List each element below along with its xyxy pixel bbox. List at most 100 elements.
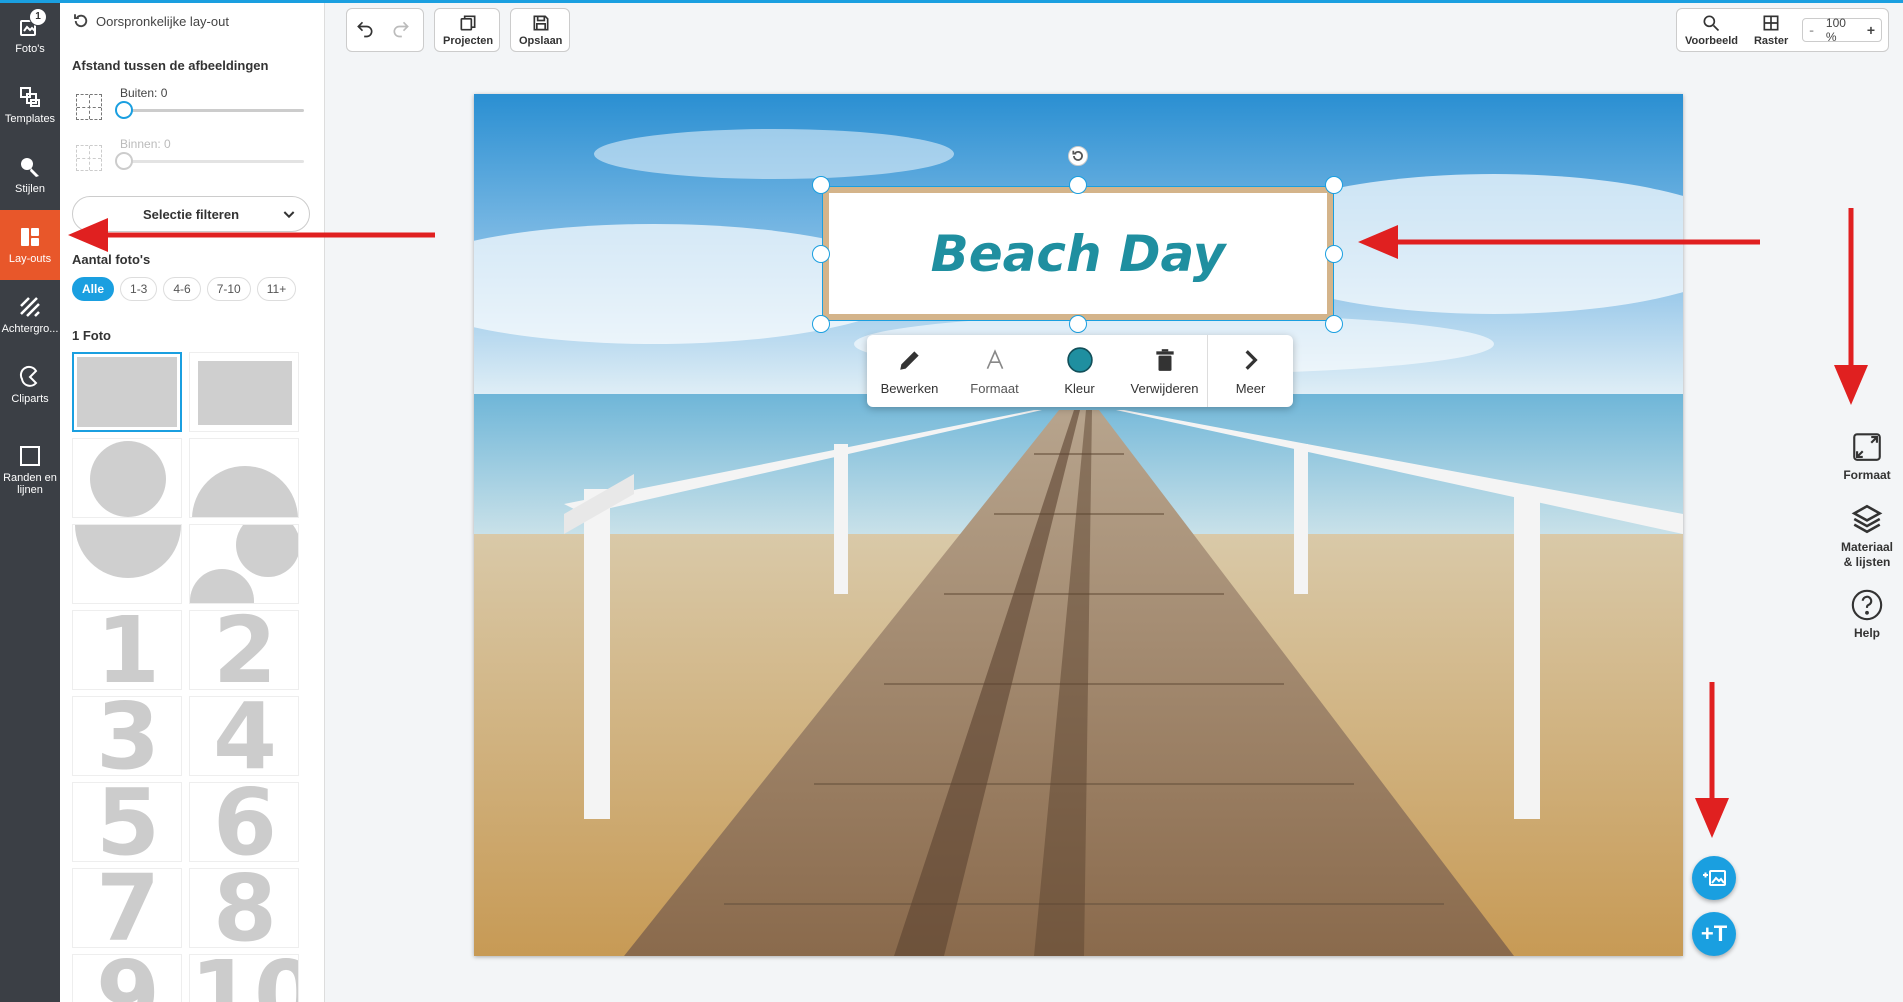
layout-number: 1 xyxy=(95,610,160,690)
background-icon xyxy=(20,297,40,317)
sidebar-item-photos[interactable]: 1 Foto's xyxy=(0,0,60,70)
layout-tile[interactable]: 8 xyxy=(189,868,299,948)
layout-tile[interactable]: 10 xyxy=(189,954,299,1002)
layout-thumb xyxy=(77,357,177,427)
projects-button[interactable]: Projecten xyxy=(435,9,501,51)
save-label: Opslaan xyxy=(519,35,563,47)
resize-handle-tl[interactable] xyxy=(812,176,830,194)
view-group: Voorbeeld Raster - 100 % + xyxy=(1676,8,1889,52)
chip-all[interactable]: Alle xyxy=(72,277,115,301)
layout-tile[interactable]: 5 xyxy=(72,782,182,862)
sidebar-item-styles[interactable]: Stijlen xyxy=(0,140,60,210)
help-tool-label: Help xyxy=(1853,626,1880,640)
add-photo-button[interactable] xyxy=(1692,856,1736,900)
color-label: Kleur xyxy=(1064,380,1095,396)
chip-4-6[interactable]: 4-6 xyxy=(163,277,201,301)
sidebar-item-borders[interactable]: Randen en lijnen xyxy=(0,430,60,510)
edit-button[interactable]: Bewerken xyxy=(867,335,952,407)
inner-spacing-track xyxy=(124,160,304,163)
filter-selection-button[interactable]: Selectie filteren xyxy=(72,196,310,232)
format-tool-button[interactable]: Formaat xyxy=(1832,430,1902,483)
layout-tile[interactable]: 6 xyxy=(189,782,299,862)
sidebar-item-layouts[interactable]: Lay-outs xyxy=(0,210,60,280)
undo-button[interactable] xyxy=(347,9,383,51)
color-button[interactable]: Kleur xyxy=(1037,335,1122,407)
outer-spacing-icon xyxy=(76,94,102,120)
layout-tile[interactable] xyxy=(72,352,182,432)
chip-11-plus[interactable]: 11+ xyxy=(256,277,297,301)
layout-tile[interactable] xyxy=(189,438,299,518)
resize-handle-b[interactable] xyxy=(1069,315,1087,333)
spacing-title: Afstand tussen de afbeeldingen xyxy=(72,58,269,73)
material-tool-button[interactable]: Materiaal & lijsten xyxy=(1832,502,1902,570)
layout-tile[interactable]: 4 xyxy=(189,696,299,776)
cliparts-icon xyxy=(19,365,38,387)
save-icon xyxy=(533,15,549,31)
resize-handle-tr[interactable] xyxy=(1325,176,1343,194)
material-tool-label-1: Materiaal xyxy=(1840,540,1894,554)
more-button[interactable]: Meer xyxy=(1208,335,1293,407)
layout-tile[interactable]: 2 xyxy=(189,610,299,690)
material-tool-label-2: & lijsten xyxy=(1843,555,1891,569)
resize-handle-r[interactable] xyxy=(1325,245,1343,263)
delete-button[interactable]: Verwijderen xyxy=(1122,335,1207,407)
sidebar-item-templates[interactable]: Templates xyxy=(0,70,60,140)
layout-number: 6 xyxy=(212,782,277,862)
inner-spacing-label: Binnen: 0 xyxy=(120,137,171,151)
layout-number: 9 xyxy=(73,955,181,1002)
search-icon xyxy=(1703,15,1720,32)
sidebar-item-background[interactable]: Achtergro... xyxy=(0,280,60,350)
sidebar-item-label: Lay-outs xyxy=(8,253,52,265)
photos-count-badge: 1 xyxy=(29,8,47,26)
chip-7-10[interactable]: 7-10 xyxy=(206,277,251,301)
sidebar-item-label: Cliparts xyxy=(11,393,49,405)
reset-layout-button[interactable]: Oorspronkelijke lay-out xyxy=(72,12,229,30)
layout-tile[interactable] xyxy=(189,352,299,432)
layout-tile[interactable] xyxy=(189,524,299,604)
resize-handle-br[interactable] xyxy=(1325,315,1343,333)
sidebar-item-label: Foto's xyxy=(15,43,45,55)
save-button[interactable]: Opslaan xyxy=(511,9,570,51)
annotation-arrow-format xyxy=(1834,208,1868,405)
layout-tile[interactable]: 9 xyxy=(72,954,182,1002)
redo-icon xyxy=(393,21,409,38)
delete-label: Verwijderen xyxy=(1130,380,1199,396)
preview-button[interactable]: Voorbeeld xyxy=(1677,9,1746,51)
outer-spacing-slider[interactable] xyxy=(115,101,133,119)
templates-icon xyxy=(20,87,40,107)
outer-spacing-track[interactable] xyxy=(124,109,304,112)
help-tool-button[interactable]: Help xyxy=(1832,588,1902,641)
resize-handle-l[interactable] xyxy=(812,245,830,263)
chip-1-3[interactable]: 1-3 xyxy=(120,277,158,301)
zoom-level: 100 % xyxy=(1825,16,1846,44)
resize-handle-bl[interactable] xyxy=(812,315,830,333)
zoom-control: - 100 % + xyxy=(1802,16,1882,44)
layout-thumb xyxy=(192,466,298,517)
zoom-in-button[interactable]: + xyxy=(1861,22,1881,38)
format-text-button[interactable]: Formaat xyxy=(952,335,1037,407)
rotate-handle[interactable] xyxy=(1068,146,1088,166)
resize-handle-t[interactable] xyxy=(1069,176,1087,194)
grid-button[interactable]: Raster xyxy=(1746,9,1796,51)
layout-tile[interactable]: 7 xyxy=(72,868,182,948)
more-label: Meer xyxy=(1235,380,1266,396)
layout-tile[interactable]: 1 xyxy=(72,610,182,690)
filter-selection-label: Selectie filteren xyxy=(142,206,240,222)
layout-number: 3 xyxy=(95,696,160,776)
annotation-arrow-fab xyxy=(1695,682,1729,838)
font-icon xyxy=(986,348,1003,369)
reset-layout-label: Oorspronkelijke lay-out xyxy=(96,13,229,29)
layouts-icon xyxy=(21,228,39,246)
sidebar-item-cliparts[interactable]: Cliparts xyxy=(0,350,60,420)
redo-button[interactable] xyxy=(383,9,419,51)
layout-number: 4 xyxy=(212,696,277,776)
layout-tile[interactable] xyxy=(72,438,182,518)
layout-tile[interactable] xyxy=(72,524,182,604)
add-text-label: +T xyxy=(1700,921,1728,946)
layout-tile[interactable]: 3 xyxy=(72,696,182,776)
add-photo-icon xyxy=(1703,870,1726,886)
add-text-button[interactable]: +T xyxy=(1692,912,1736,956)
sidebar-item-label: Randen en lijnen xyxy=(3,472,57,496)
format-tool-label: Formaat xyxy=(1843,468,1891,482)
zoom-out-button[interactable]: - xyxy=(1803,22,1820,38)
